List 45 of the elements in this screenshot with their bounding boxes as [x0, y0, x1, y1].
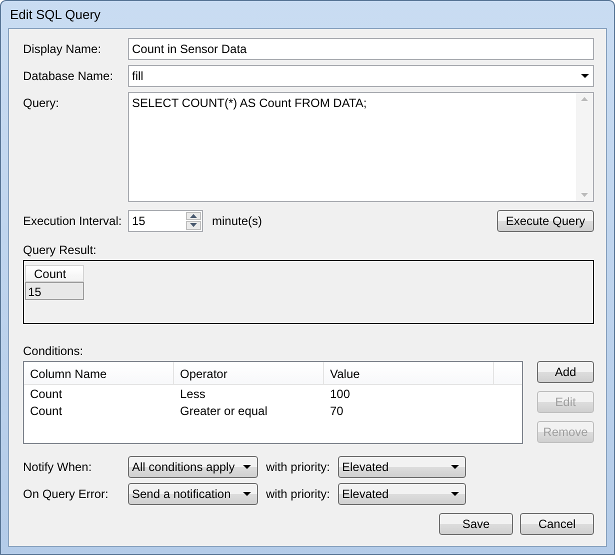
- priority-dropdown[interactable]: Elevated: [338, 456, 466, 478]
- field-label: Display Name:: [23, 42, 102, 56]
- section-label: Conditions:: [23, 344, 84, 358]
- list-cell-text: Greater or equal: [179, 404, 268, 418]
- dropdown[interactable]: Send a notification: [128, 482, 258, 504]
- spin-down-icon: [190, 223, 197, 228]
- spinner-field[interactable]: 15: [128, 210, 203, 232]
- window-title: Edit SQL Query: [10, 7, 101, 22]
- input-field[interactable]: Count in Sensor Data: [128, 38, 594, 60]
- column-header[interactable]: Operator: [174, 362, 324, 384]
- list-cell-text: Less: [179, 386, 206, 400]
- field-label: with priority:: [266, 460, 330, 474]
- field-label: On Query Error:: [23, 486, 110, 500]
- field-label: Execution Interval:: [23, 214, 123, 228]
- field-label: Database Name:: [23, 68, 114, 82]
- field-label: Query:: [23, 95, 60, 112]
- section-label: Query Result:: [23, 243, 98, 257]
- dialog-button[interactable]: Save: [439, 513, 513, 535]
- caret-icon: [243, 492, 251, 496]
- caret-icon: [581, 74, 589, 78]
- caret-icon: [243, 464, 251, 468]
- list-cell-text: 100: [329, 386, 352, 400]
- caret-icon: [451, 492, 460, 496]
- dropdown[interactable]: fill: [128, 64, 594, 86]
- unit-label: minute(s): [212, 214, 262, 228]
- caret-icon: [451, 464, 460, 468]
- column-header[interactable]: Column Name: [24, 362, 174, 384]
- grid-header: Count: [25, 265, 84, 282]
- scroll-down-icon: [581, 193, 588, 197]
- field-label: Notify When:: [23, 460, 93, 474]
- query-textarea[interactable]: SELECT COUNT(*) AS Count FROM DATA;: [128, 92, 594, 202]
- spin-up-icon: [190, 214, 197, 218]
- execute-query-button[interactable]: Execute Query: [497, 210, 594, 232]
- condition-button[interactable]: Add: [537, 361, 594, 383]
- column-header[interactable]: Value: [324, 362, 494, 384]
- scrollbar[interactable]: [576, 93, 593, 201]
- grid-cell: 15: [25, 282, 84, 300]
- list-cell-text: Count: [29, 404, 64, 418]
- list-cell-text: 70: [329, 404, 344, 418]
- dropdown[interactable]: All conditions apply: [128, 456, 258, 478]
- dialog-button[interactable]: Cancel: [520, 513, 594, 535]
- priority-dropdown[interactable]: Elevated: [338, 482, 466, 504]
- field-label: with priority:: [266, 486, 330, 500]
- list-cell-text: Count: [29, 386, 64, 400]
- scroll-up-icon: [581, 97, 588, 101]
